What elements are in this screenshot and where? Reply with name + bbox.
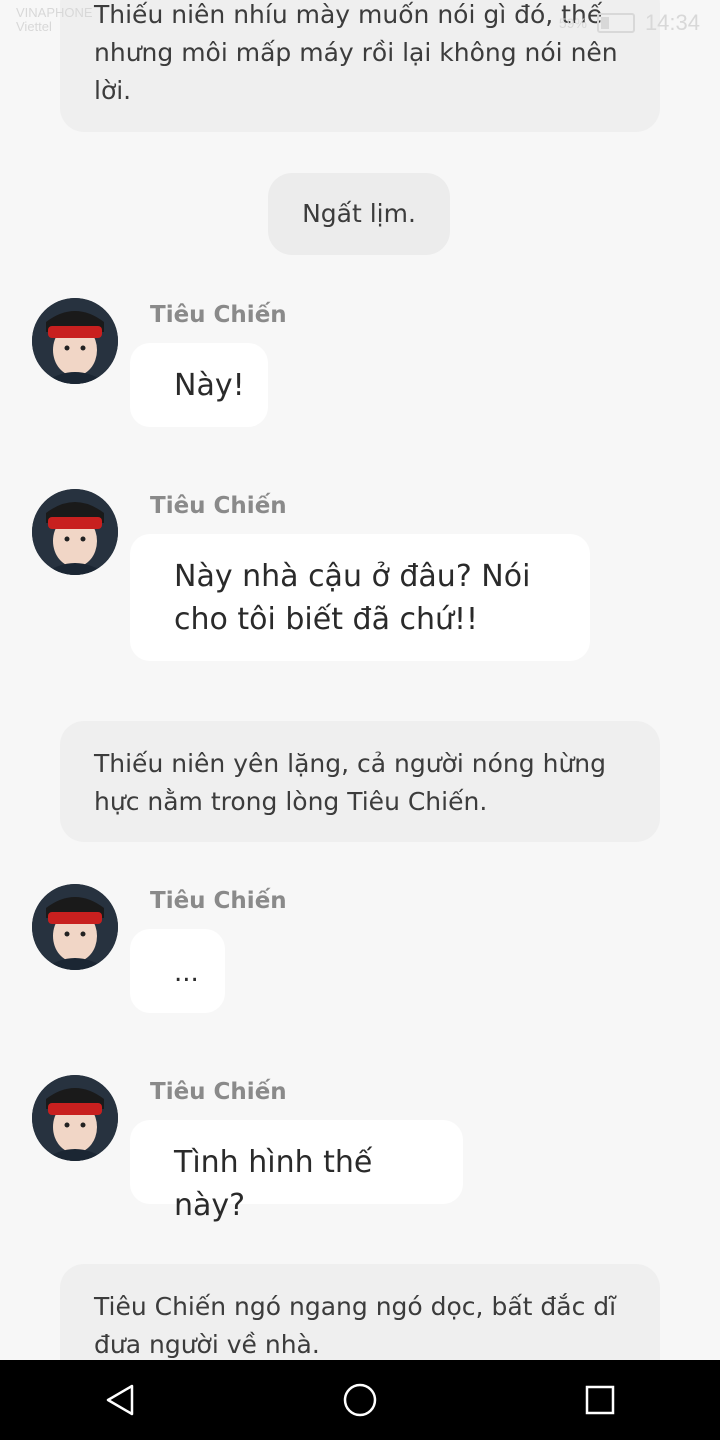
chat-text: Tình hình thế này? bbox=[174, 1145, 373, 1223]
chat-bubble: Này nhà cậu ở đâu? Nói cho tôi biết đã c… bbox=[130, 534, 590, 661]
battery-icon bbox=[596, 13, 635, 33]
carrier-label: VINAPHONE Viettel bbox=[16, 6, 93, 34]
carrier-name-secondary: Viettel bbox=[16, 19, 52, 34]
chat-text: ... bbox=[174, 958, 199, 988]
avatar-photo bbox=[32, 298, 118, 384]
chat-text: Này! bbox=[174, 368, 245, 403]
square-recents-icon bbox=[585, 1385, 615, 1415]
avatar[interactable] bbox=[32, 489, 118, 575]
clock: 14:34 bbox=[644, 10, 700, 35]
chat-text: Này nhà cậu ở đâu? Nói cho tôi biết đã c… bbox=[174, 559, 531, 637]
back-button[interactable] bbox=[90, 1370, 150, 1430]
avatar[interactable] bbox=[32, 1075, 118, 1161]
sender-name: Tiêu Chiến bbox=[150, 1079, 287, 1105]
avatar-photo bbox=[32, 1075, 118, 1161]
triangle-back-icon bbox=[106, 1384, 134, 1416]
chat-bubble: Này! bbox=[130, 343, 268, 427]
battery-percent: 59% bbox=[558, 15, 587, 31]
narration-text: Thiếu niên yên lặng, cả người nóng hừng … bbox=[94, 749, 606, 816]
narration-text: Tiêu Chiến ngó ngang ngó dọc, bất đắc dĩ… bbox=[94, 1292, 617, 1359]
scene-note-bubble: Ngất lịm. bbox=[268, 173, 450, 255]
chat-bubble: Tình hình thế này? bbox=[130, 1120, 463, 1223]
navigation-bar bbox=[0, 1360, 720, 1440]
home-button[interactable] bbox=[330, 1370, 390, 1430]
sender-name: Tiêu Chiến bbox=[150, 888, 287, 914]
recents-button[interactable] bbox=[570, 1370, 630, 1430]
avatar[interactable] bbox=[32, 298, 118, 384]
sender-name: Tiêu Chiến bbox=[150, 493, 287, 519]
scene-note-text: Ngất lịm. bbox=[302, 199, 416, 228]
avatar-photo bbox=[32, 884, 118, 970]
avatar-photo bbox=[32, 489, 118, 575]
narration-bubble: Thiếu niên yên lặng, cả người nóng hừng … bbox=[60, 721, 660, 842]
avatar[interactable] bbox=[32, 884, 118, 970]
circle-home-icon bbox=[343, 1383, 377, 1417]
chat-bubble: ... bbox=[130, 929, 225, 1013]
status-bar: VINAPHONE Viettel 59% 14:34 bbox=[0, 0, 720, 44]
sender-name: Tiêu Chiến bbox=[150, 302, 287, 328]
carrier-name: VINAPHONE bbox=[16, 5, 93, 20]
